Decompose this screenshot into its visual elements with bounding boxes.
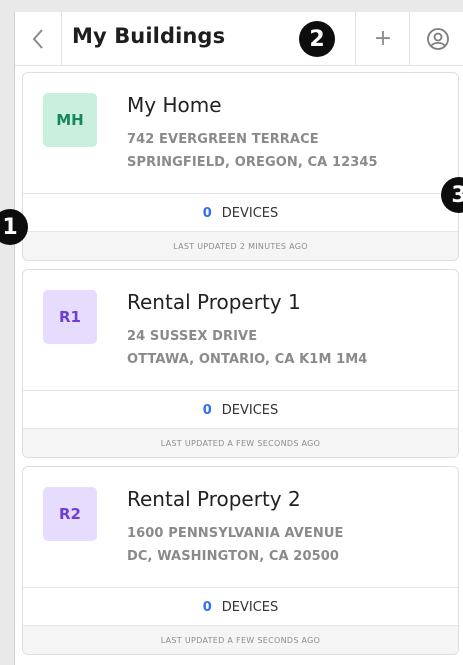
building-avatar: R1: [43, 290, 97, 344]
building-name: Rental Property 1: [127, 290, 301, 314]
back-button[interactable]: [15, 12, 62, 65]
building-card[interactable]: R2 Rental Property 2 1600 PENNSYLVANIA A…: [22, 466, 459, 655]
devices-label: DEVICES: [221, 599, 279, 615]
devices-label: DEVICES: [221, 205, 279, 221]
building-name: Rental Property 2: [127, 487, 301, 511]
account-button[interactable]: [409, 12, 463, 65]
page-title: My Buildings: [72, 24, 226, 48]
address-line-2: OTTAWA, ONTARIO, CA K1M 1M4: [127, 352, 368, 367]
address-line-1: 24 SUSSEX DRIVE: [127, 329, 258, 344]
last-updated: LAST UPDATED A FEW SECONDS AGO: [23, 625, 458, 654]
devices-row[interactable]: 0 DEVICES: [23, 193, 458, 232]
last-updated: LAST UPDATED A FEW SECONDS AGO: [23, 428, 458, 457]
user-circle-icon: [426, 27, 449, 50]
address-line-2: SPRINGFIELD, OREGON, CA 12345: [127, 155, 378, 170]
add-building-button[interactable]: +: [355, 12, 410, 65]
last-updated: LAST UPDATED 2 MINUTES AGO: [23, 231, 458, 260]
address-line-1: 1600 PENNSYLVANIA AVENUE: [127, 526, 344, 541]
building-card[interactable]: MH My Home 742 EVERGREEN TERRACE SPRINGF…: [22, 72, 459, 261]
app-frame: My Buildings + MH My Home 742 EVERGREEN …: [14, 12, 463, 665]
annotation-marker-2: 2: [299, 21, 335, 57]
devices-count: 0: [202, 599, 212, 615]
address-line-1: 742 EVERGREEN TERRACE: [127, 132, 319, 147]
devices-row[interactable]: 0 DEVICES: [23, 390, 458, 429]
building-name: My Home: [127, 93, 222, 117]
address-line-2: DC, WASHINGTON, CA 20500: [127, 549, 340, 564]
building-card[interactable]: R1 Rental Property 1 24 SUSSEX DRIVE OTT…: [22, 269, 459, 458]
building-avatar: R2: [43, 487, 97, 541]
devices-count: 0: [202, 402, 212, 418]
devices-label: DEVICES: [221, 402, 279, 418]
devices-count: 0: [202, 205, 212, 221]
devices-row[interactable]: 0 DEVICES: [23, 587, 458, 626]
chevron-left-icon: [32, 28, 43, 49]
building-avatar: MH: [43, 93, 97, 147]
header-bar: My Buildings +: [15, 12, 463, 66]
plus-icon: +: [373, 26, 393, 51]
